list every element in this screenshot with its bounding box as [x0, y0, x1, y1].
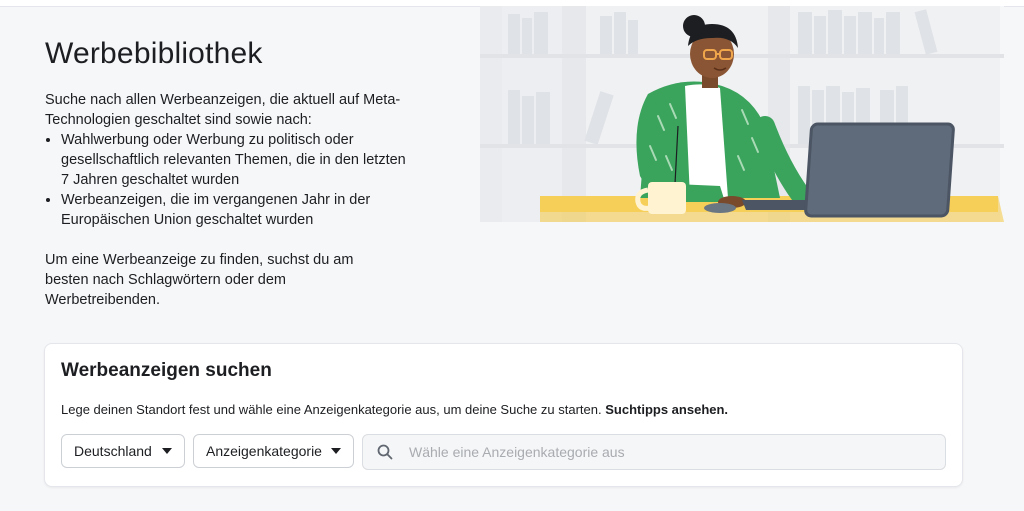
- intro-bullet-item: Wahlwerbung oder Werbung zu politisch od…: [61, 130, 415, 190]
- country-dropdown-label: Deutschland: [74, 443, 152, 459]
- ad-category-dropdown-label: Anzeigenkategorie: [206, 443, 322, 459]
- country-dropdown[interactable]: Deutschland: [61, 434, 185, 468]
- search-input[interactable]: [407, 443, 931, 461]
- intro-description: Suche nach allen Werbeanzeigen, die aktu…: [45, 92, 401, 128]
- intro-hint: Um eine Werbeanzeige zu finden, suchst d…: [45, 252, 354, 308]
- illustration-woman-at-computer: [480, 6, 1004, 222]
- page-title: Werbebibliothek: [45, 37, 263, 70]
- ad-category-dropdown[interactable]: Anzeigenkategorie: [193, 434, 354, 468]
- intro-bullet-item: Werbeanzeigen, die im vergangenen Jahr i…: [61, 190, 415, 230]
- search-icon: [377, 444, 393, 460]
- search-tips-link[interactable]: Suchtipps ansehen.: [605, 402, 728, 417]
- caret-down-icon: [331, 448, 341, 454]
- search-field[interactable]: [362, 434, 946, 470]
- ad-search-card: Werbeanzeigen suchen Lege deinen Standor…: [44, 343, 963, 487]
- search-instruction-text: Lege deinen Standort fest und wähle eine…: [61, 402, 602, 417]
- search-instructions: Lege deinen Standort fest und wähle eine…: [61, 402, 728, 417]
- intro-section: Werbebibliothek Suche nach allen Werbean…: [45, 36, 415, 310]
- caret-down-icon: [162, 448, 172, 454]
- intro-bullet-list: Wahlwerbung oder Werbung zu politisch od…: [45, 130, 415, 230]
- search-card-title: Werbeanzeigen suchen: [61, 360, 272, 381]
